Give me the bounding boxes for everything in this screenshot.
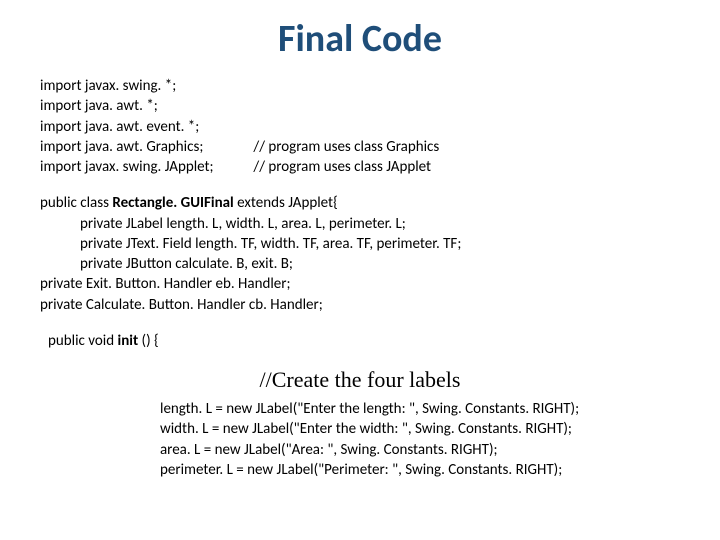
- assign-line: length. L = new JLabel("Enter the length…: [160, 399, 680, 419]
- slide: Final Code import javax. swing. *; impor…: [0, 0, 720, 516]
- assign-line: area. L = new JLabel("Area: ", Swing. Co…: [160, 440, 680, 460]
- assign-line: perimeter. L = new JLabel("Perimeter: ",…: [160, 460, 680, 480]
- init-signature: public void init () {: [48, 331, 680, 351]
- page-title: Final Code: [40, 16, 680, 62]
- import-line: import java. awt. Graphics; // program u…: [40, 137, 680, 157]
- label-assign-block: length. L = new JLabel("Enter the length…: [160, 399, 680, 480]
- field-line: private Calculate. Button. Handler cb. H…: [40, 295, 680, 315]
- field-line: private JButton calculate. B, exit. B;: [80, 254, 680, 274]
- import-stmt: import java. awt. Graphics;: [40, 137, 250, 157]
- import-line: import javax. swing. JApplet; // program…: [40, 157, 680, 177]
- field-line: private Exit. Button. Handler eb. Handle…: [40, 274, 680, 294]
- create-labels-comment: //Create the four labels: [40, 367, 680, 393]
- import-comment: // program uses class JApplet: [253, 158, 431, 176]
- init-block: public void init () {: [48, 331, 680, 351]
- field-line: private JText. Field length. TF, width. …: [80, 234, 680, 254]
- import-line: import javax. swing. *;: [40, 76, 680, 96]
- imports-block: import javax. swing. *; import java. awt…: [40, 76, 680, 177]
- init-name: init: [118, 332, 142, 350]
- import-comment: // program uses class Graphics: [253, 138, 439, 156]
- import-line: import java. awt. event. *;: [40, 117, 680, 137]
- class-pre: public class: [40, 194, 112, 212]
- assign-line: width. L = new JLabel("Enter the width: …: [160, 419, 680, 439]
- import-line: import java. awt. *;: [40, 96, 680, 116]
- class-block: public class Rectangle. GUIFinal extends…: [40, 193, 680, 315]
- class-post: extends JApplet{: [234, 194, 338, 212]
- init-pre: public void: [48, 332, 118, 350]
- init-post: () {: [142, 332, 159, 350]
- class-name: Rectangle. GUIFinal: [112, 194, 233, 212]
- class-decl: public class Rectangle. GUIFinal extends…: [40, 193, 680, 213]
- field-line: private JLabel length. L, width. L, area…: [80, 214, 680, 234]
- import-stmt: import javax. swing. JApplet;: [40, 157, 250, 177]
